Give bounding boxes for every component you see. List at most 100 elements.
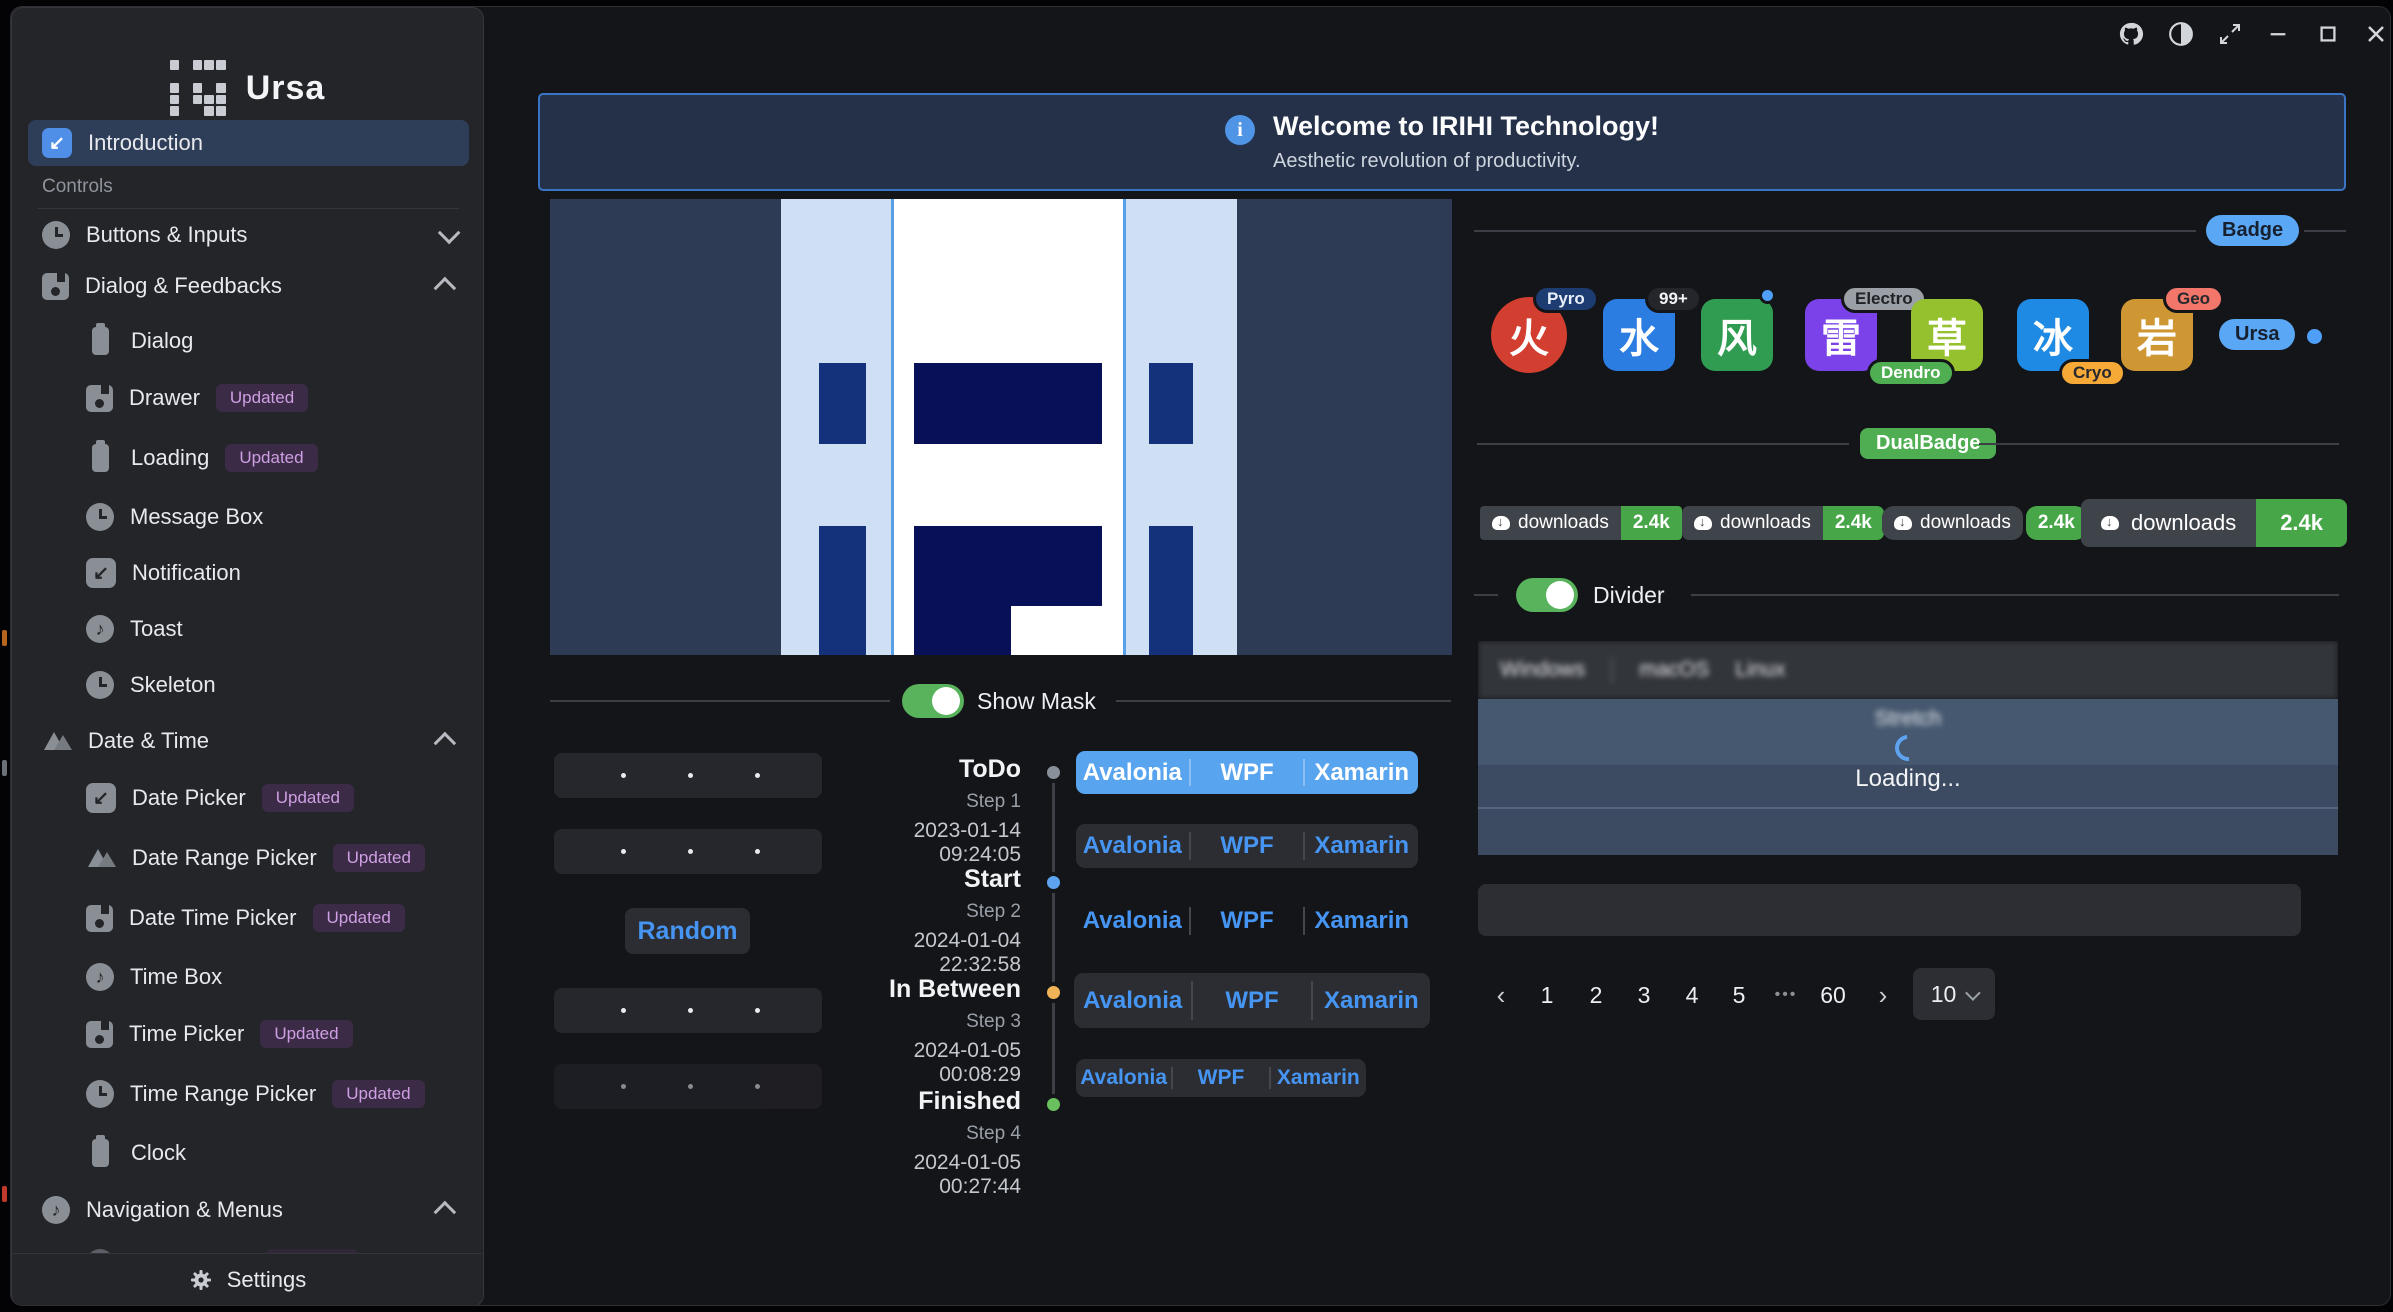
avalonia-button[interactable]: Avalonia — [1076, 1066, 1171, 1090]
ipv4-input[interactable] — [554, 829, 822, 874]
sidebar-item-skeleton[interactable]: Skeleton — [28, 662, 469, 708]
sidebar-item-label: Time Picker — [129, 1021, 244, 1047]
timeline-dot-todo — [1043, 762, 1064, 783]
ipv4-input[interactable] — [554, 988, 822, 1033]
sidebar-item-loading[interactable]: Loading Updated — [28, 435, 469, 481]
timeline-dot-finished — [1043, 1094, 1064, 1115]
tab-windows[interactable]: Windows — [1500, 658, 1585, 682]
ipv4-input[interactable] — [554, 753, 822, 798]
divider-toggle[interactable] — [1516, 578, 1578, 612]
sidebar-item-drawer[interactable]: Drawer Updated — [28, 375, 469, 421]
empty-input-panel[interactable] — [1478, 884, 2301, 936]
sidebar-item-toast[interactable]: ♪ Toast — [28, 606, 469, 652]
sidebar-item-navigation-menus[interactable]: ♪ Navigation & Menus — [28, 1187, 469, 1233]
random-button[interactable]: Random — [625, 908, 750, 954]
timeline-title: In Between — [831, 975, 1021, 1004]
sidebar-item-dialog-feedbacks[interactable]: Dialog & Feedbacks — [28, 263, 469, 309]
github-button[interactable] — [2111, 17, 2151, 51]
loading-text: Loading... — [1478, 765, 2338, 793]
clock-icon — [86, 671, 114, 699]
sidebar-item-message-box[interactable]: Message Box — [28, 494, 469, 540]
sidebar-item-date-picker[interactable]: ↙ Date Picker Updated — [28, 775, 469, 821]
timeline-date: 2023-01-14 09:24:05 — [831, 819, 1021, 867]
avalonia-button[interactable]: Avalonia — [1076, 759, 1189, 787]
pagination-page-1[interactable]: 1 — [1527, 975, 1567, 1015]
divider-line — [1116, 700, 1451, 702]
avalonia-button[interactable]: Avalonia — [1076, 832, 1189, 860]
xamarin-button[interactable]: Xamarin — [1305, 759, 1418, 787]
battery-icon — [92, 1139, 109, 1167]
sidebar-item-label: Dialog — [131, 328, 193, 354]
gear-icon — [189, 1268, 213, 1292]
theme-toggle-button[interactable] — [2161, 17, 2201, 51]
downloads-badge-large: downloads 2.4k — [2081, 499, 2347, 547]
xamarin-button[interactable]: Xamarin — [1305, 832, 1418, 860]
half-moon-icon — [2168, 21, 2194, 47]
sidebar-item-date-time[interactable]: Date & Time — [28, 718, 469, 764]
settings-button[interactable]: Settings — [13, 1253, 482, 1305]
sidebar-item-date-time-picker[interactable]: Date Time Picker Updated — [28, 895, 469, 941]
downloads-label: downloads — [2131, 510, 2236, 536]
floppy-icon — [86, 905, 113, 932]
divider-label: Divider — [1593, 582, 1665, 609]
avalonia-button[interactable]: Avalonia — [1076, 907, 1189, 935]
avalonia-button[interactable]: Avalonia — [1074, 987, 1191, 1015]
timeline-date: 2024-01-05 00:27:44 — [831, 1151, 1021, 1199]
maximize-button[interactable] — [2308, 17, 2348, 51]
divider-line — [1474, 594, 1498, 596]
banner-subtitle: Aesthetic revolution of productivity. — [1273, 150, 1659, 173]
wpf-button[interactable]: WPF — [1173, 1066, 1268, 1090]
wpf-button[interactable]: WPF — [1191, 907, 1304, 935]
sidebar-item-label: Skeleton — [130, 672, 216, 698]
pagination-ellipsis[interactable]: ••• — [1766, 975, 1806, 1015]
sidebar-divider — [38, 208, 459, 209]
xamarin-button[interactable]: Xamarin — [1313, 987, 1430, 1015]
close-button[interactable] — [2356, 17, 2391, 51]
pagination-page-2[interactable]: 2 — [1576, 975, 1616, 1015]
divider-line — [1691, 594, 2339, 596]
pagination-page-3[interactable]: 3 — [1624, 975, 1664, 1015]
sidebar-item-date-range-picker[interactable]: Date Range Picker Updated — [28, 835, 469, 881]
xamarin-button[interactable]: Xamarin — [1305, 907, 1418, 935]
show-mask-toggle[interactable] — [902, 684, 964, 718]
wpf-button[interactable]: WPF — [1191, 759, 1304, 787]
minimize-button[interactable] — [2258, 17, 2298, 51]
pagination-page-60[interactable]: 60 — [1813, 975, 1853, 1015]
sidebar-item-introduction[interactable]: ↙ Introduction — [28, 120, 469, 166]
pagination-prev-button[interactable]: ‹ — [1481, 975, 1521, 1015]
tab-separator — [1611, 657, 1613, 683]
pagination-page-5[interactable]: 5 — [1719, 975, 1759, 1015]
xamarin-button[interactable]: Xamarin — [1271, 1066, 1366, 1090]
sidebar-item-time-box[interactable]: ♪ Time Box — [28, 954, 469, 1000]
dendro-badge: Dendro — [1867, 359, 1955, 387]
app-title: Ursa — [246, 69, 326, 108]
download-icon — [2101, 516, 2119, 530]
button-group-small: Avalonia WPF Xamarin — [1076, 1059, 1366, 1097]
sidebar-item-notification[interactable]: ↙ Notification — [28, 550, 469, 596]
fullscreen-button[interactable] — [2210, 17, 2250, 51]
sidebar-item-dialog[interactable]: Dialog — [28, 318, 469, 364]
minimize-icon — [2267, 23, 2289, 45]
timeline-date: 2024-01-05 00:08:29 — [831, 1039, 1021, 1087]
tab-linux[interactable]: Linux — [1735, 658, 1785, 682]
pagination-next-button[interactable]: › — [1863, 975, 1903, 1015]
badge-section-pill: Badge — [2206, 215, 2299, 246]
downloads-count: 2.4k — [1823, 506, 1884, 540]
sidebar-item-buttons-inputs[interactable]: Buttons & Inputs — [28, 212, 469, 258]
sidebar-group-label: Controls — [42, 176, 113, 198]
wpf-button[interactable]: WPF — [1193, 987, 1310, 1015]
wpf-button[interactable]: WPF — [1191, 832, 1304, 860]
pagination-page-4[interactable]: 4 — [1672, 975, 1712, 1015]
downloads-badge: downloads 2.4k — [1682, 506, 1884, 540]
app-window: Ursa ↙ Introduction Controls Buttons & I… — [10, 6, 2391, 1306]
cryo-badge: Cryo — [2059, 359, 2126, 387]
page-size-select[interactable]: 10 — [1913, 968, 1995, 1020]
pyro-badge: Pyro — [1533, 285, 1599, 313]
tab-macos[interactable]: macOS — [1639, 658, 1709, 682]
sidebar-item-label: Introduction — [88, 130, 203, 156]
sidebar-item-clock[interactable]: Clock — [28, 1130, 469, 1176]
ursa-logo-icon — [170, 60, 226, 116]
sidebar-item-time-range-picker[interactable]: Time Range Picker Updated — [28, 1071, 469, 1117]
button-group-borderless: Avalonia WPF Xamarin — [1076, 899, 1418, 943]
sidebar-item-time-picker[interactable]: Time Picker Updated — [28, 1011, 469, 1057]
